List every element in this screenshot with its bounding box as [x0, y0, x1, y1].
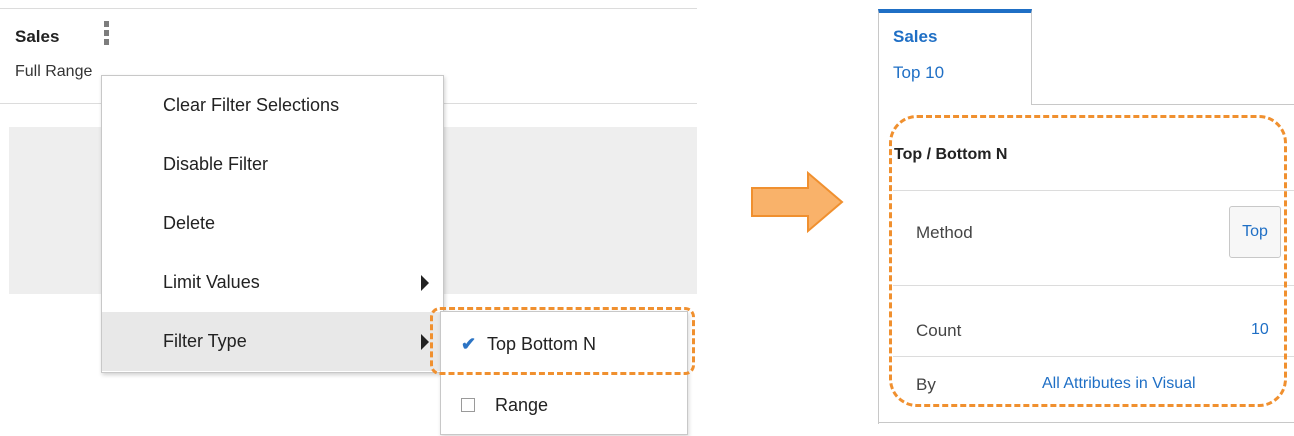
kebab-menu-icon[interactable]	[103, 21, 111, 45]
filter-tab[interactable]	[878, 9, 1032, 105]
submenu-item-range[interactable]: Range	[441, 375, 687, 435]
checkbox-icon[interactable]	[461, 398, 475, 412]
panel-border	[878, 104, 879, 424]
top-divider	[0, 8, 697, 9]
context-menu: Clear Filter Selections Disable Filter D…	[101, 75, 444, 373]
menu-item-label: Delete	[163, 213, 216, 233]
tab-divider	[1031, 104, 1294, 105]
tab-subtitle: Top 10	[893, 63, 945, 82]
highlight-callout	[889, 115, 1287, 407]
menu-item-label: Filter Type	[163, 331, 247, 351]
triangle-right-icon	[421, 275, 429, 291]
submenu-item-label: Range	[495, 394, 549, 415]
menu-item-disable-filter[interactable]: Disable Filter	[102, 135, 443, 194]
menu-item-delete[interactable]: Delete	[102, 194, 443, 253]
menu-item-label: Disable Filter	[163, 154, 269, 174]
triangle-right-icon	[421, 334, 429, 350]
filter-title: Sales	[15, 27, 60, 46]
menu-item-label: Clear Filter Selections	[163, 95, 340, 115]
arrow-right-icon	[751, 170, 844, 234]
tab-title: Sales	[893, 27, 938, 46]
menu-item-limit-values[interactable]: Limit Values	[102, 253, 443, 312]
highlight-callout	[430, 307, 695, 375]
filter-range-text: Full Range	[15, 63, 93, 80]
menu-item-filter-type[interactable]: Filter Type	[102, 312, 443, 371]
menu-item-clear-filter-selections[interactable]: Clear Filter Selections	[102, 76, 443, 135]
menu-item-label: Limit Values	[163, 272, 260, 292]
panel-bottom-border	[878, 422, 1294, 423]
